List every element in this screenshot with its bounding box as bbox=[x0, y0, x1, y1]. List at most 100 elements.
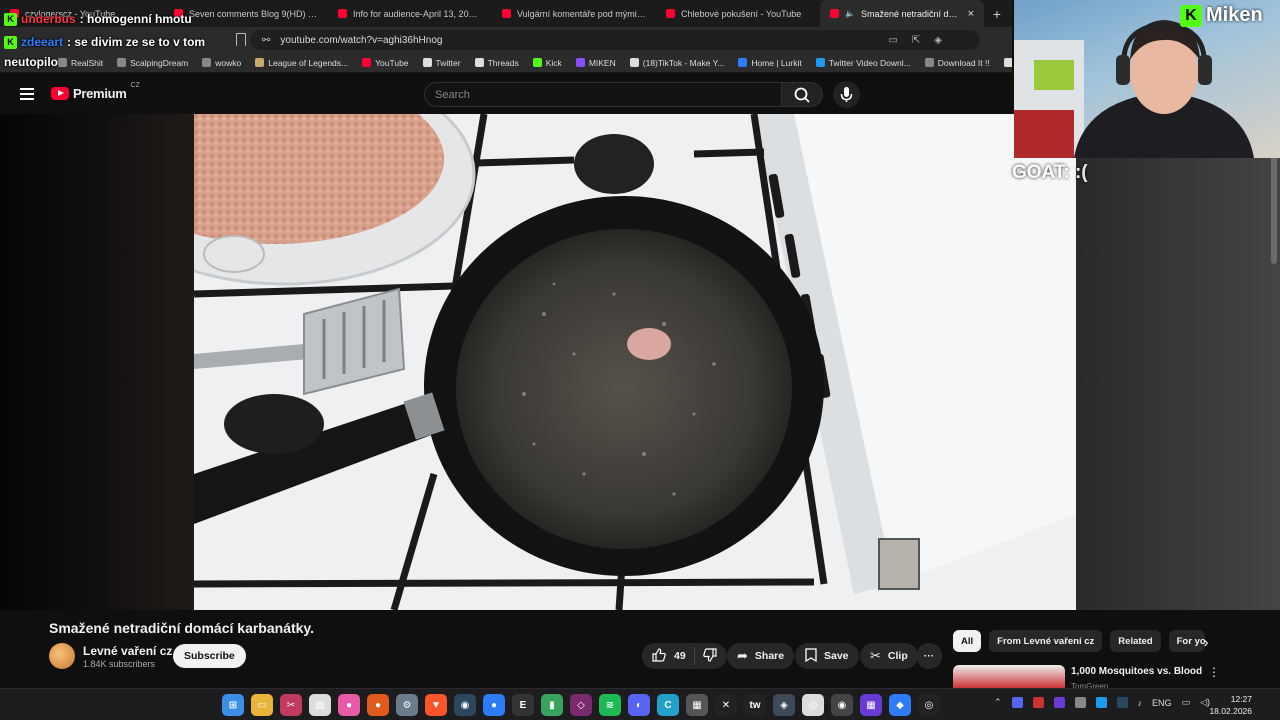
like-dislike-group: 49 bbox=[642, 643, 727, 669]
bookmark-item[interactable]: Home | Lurkit bbox=[738, 58, 802, 68]
brave-app-icon[interactable]: ▼ bbox=[425, 694, 447, 716]
browser-tab[interactable]: Chlebové pokušení - YouTube bbox=[656, 0, 820, 27]
app-purple-app-icon[interactable]: ◇ bbox=[570, 694, 592, 716]
chip-all[interactable]: All bbox=[953, 630, 982, 652]
app-w-app-icon[interactable]: ◎ bbox=[802, 694, 824, 716]
language-indicator[interactable]: ENG bbox=[1152, 698, 1172, 708]
app-rec-app-icon[interactable]: ◉ bbox=[831, 694, 853, 716]
bookmark-item[interactable]: (18)TikTok - Make Y... bbox=[629, 58, 724, 68]
tray-app-icon[interactable] bbox=[1095, 697, 1107, 708]
recommended-thumbnail[interactable] bbox=[953, 665, 1065, 688]
bookmark-item[interactable]: RealShit bbox=[58, 58, 103, 68]
channel-avatar[interactable] bbox=[49, 643, 75, 669]
epic-app-icon[interactable]: E bbox=[512, 694, 534, 716]
bookmark-item[interactable]: Twitter Video Downl... bbox=[815, 58, 911, 68]
browser-tab[interactable]: Info for audience-April 13, 2013 Blog bbox=[328, 0, 492, 27]
clip-button[interactable]: ✂ Clip bbox=[860, 643, 918, 669]
steam-tray-icon[interactable] bbox=[1116, 697, 1128, 708]
bookmark-item[interactable]: YouTube bbox=[362, 58, 409, 68]
close-tab-icon[interactable]: × bbox=[968, 8, 974, 20]
speaker-icon[interactable]: 🔈 bbox=[845, 9, 855, 18]
brave-shield-icon[interactable]: ◈ bbox=[934, 35, 942, 46]
browser-tab[interactable]: 🔈 Smažené netradiční domácí k × bbox=[820, 0, 984, 27]
like-count: 49 bbox=[674, 650, 686, 662]
snip-app-icon[interactable]: ✂ bbox=[280, 694, 302, 716]
search-button[interactable] bbox=[781, 82, 823, 107]
recommended-title[interactable]: 1,000 Mosquitoes vs. Blood bbox=[1071, 666, 1202, 677]
bookmark-item[interactable]: MIKEN bbox=[575, 58, 616, 68]
steam-app-icon[interactable]: ◉ bbox=[454, 694, 476, 716]
kebab-menu-icon[interactable]: ⋮ bbox=[1208, 665, 1220, 679]
chip-from-channel[interactable]: From Levné vaření cz bbox=[989, 630, 1103, 652]
app-blue-app-icon[interactable]: ● bbox=[483, 694, 505, 716]
discord-app-icon[interactable]: ◐ bbox=[628, 694, 650, 716]
bookmark-item[interactable]: Threads bbox=[474, 58, 519, 68]
explorer-app-icon[interactable]: ▭ bbox=[251, 694, 273, 716]
thumbs-up-icon bbox=[652, 647, 666, 662]
browser-tab[interactable]: Vulgární komentáře pod mými videi bbox=[492, 0, 656, 27]
tray-app-icon[interactable] bbox=[1053, 697, 1065, 708]
network-icon[interactable]: ▭ bbox=[1182, 697, 1191, 708]
discord-tray-icon[interactable] bbox=[1011, 697, 1023, 708]
chat-text: : homogenní hmotu bbox=[79, 12, 192, 26]
bookmark-item[interactable]: Download It !! bbox=[924, 58, 990, 68]
chat-message: K zdeeart : se divim ze se to v tom bbox=[4, 35, 205, 49]
calculator-app-icon[interactable]: ▦ bbox=[686, 694, 708, 716]
watch-metadata: Smažené netradiční domácí karbanátky. Le… bbox=[0, 610, 1280, 691]
settings-app-icon[interactable]: ⚙ bbox=[396, 694, 418, 716]
bookmark-label: wowko bbox=[215, 57, 242, 68]
like-button[interactable] bbox=[652, 647, 666, 665]
save-button[interactable]: Save bbox=[795, 643, 859, 669]
app-orange-app-icon[interactable]: ● bbox=[367, 694, 389, 716]
share-page-icon[interactable]: ⇱ bbox=[912, 35, 920, 46]
app-cyan-app-icon[interactable]: C bbox=[657, 694, 679, 716]
bookmark-favicon-icon bbox=[422, 58, 432, 67]
microphone-tray-icon[interactable]: ♪ bbox=[1138, 698, 1143, 708]
chat-message: neutopilo bbox=[4, 55, 58, 69]
clock[interactable]: 12:27 18.02.2026 bbox=[1206, 693, 1252, 717]
share-button[interactable]: ➦ Share bbox=[727, 643, 795, 669]
site-info-icon[interactable]: ⚯ bbox=[262, 35, 270, 46]
logo-word: Premium bbox=[73, 86, 127, 101]
app-pink-app-icon[interactable]: ● bbox=[338, 694, 360, 716]
tray-app-icon[interactable] bbox=[1074, 697, 1086, 708]
address-bar[interactable]: ⚯ youtube.com/watch?v=aghi36hHnog ▭ ⇱ ◈ bbox=[250, 30, 980, 50]
bookmark-item[interactable]: League of Legends... bbox=[255, 58, 348, 68]
tray-expand-icon[interactable]: ⌃ bbox=[994, 697, 1002, 708]
bookmark-item[interactable]: wowko bbox=[202, 58, 241, 68]
obs-app-icon[interactable]: ◎ bbox=[918, 694, 940, 716]
bookmark-label: Twitter bbox=[435, 57, 461, 68]
more-actions-button[interactable]: ··· bbox=[916, 643, 942, 669]
voice-search-button[interactable] bbox=[833, 81, 860, 108]
app-tw-app-icon[interactable]: tw bbox=[744, 694, 766, 716]
chevron-right-icon[interactable]: › bbox=[1196, 632, 1216, 652]
youtube-logo[interactable]: Premium CZ bbox=[51, 82, 140, 101]
new-tab-button[interactable]: + bbox=[984, 0, 1010, 27]
bookmark-item[interactable]: Twitter bbox=[422, 57, 461, 68]
dislike-button[interactable] bbox=[702, 647, 717, 665]
app-green-app-icon[interactable]: ▮ bbox=[541, 694, 563, 716]
bookmark-icon[interactable] bbox=[236, 33, 246, 46]
bookmark-item[interactable]: Kick bbox=[532, 58, 562, 68]
tab-title: Smažené netradiční domácí k bbox=[860, 8, 962, 19]
start-app-icon[interactable]: ⊞ bbox=[222, 694, 244, 716]
notepad-app-icon[interactable]: ▤ bbox=[309, 694, 331, 716]
app-blue2-app-icon[interactable]: ◆ bbox=[889, 694, 911, 716]
like-divider bbox=[693, 647, 695, 665]
channel-name[interactable]: Levné vaření cz bbox=[83, 644, 172, 658]
search-input[interactable]: Search bbox=[424, 82, 782, 107]
tray-app-icon[interactable] bbox=[1032, 697, 1044, 708]
app-grid-app-icon[interactable]: ▦ bbox=[860, 694, 882, 716]
app-x-app-icon[interactable]: ✕ bbox=[715, 694, 737, 716]
subscribe-button[interactable]: Subscribe bbox=[173, 644, 246, 668]
video-pillarbox-right bbox=[1076, 114, 1280, 610]
bookmark-item[interactable]: AI Dungeon bbox=[1003, 58, 1012, 68]
cast-icon[interactable]: ▭ bbox=[888, 35, 897, 46]
chip-related[interactable]: Related bbox=[1110, 630, 1161, 652]
app-d-app-icon[interactable]: ◈ bbox=[773, 694, 795, 716]
share-label: Share bbox=[754, 650, 785, 662]
menu-icon[interactable] bbox=[20, 88, 34, 100]
bookmark-item[interactable]: ScalpingDream bbox=[117, 58, 188, 68]
spotify-app-icon[interactable]: ≋ bbox=[599, 694, 621, 716]
video-player[interactable] bbox=[194, 114, 1076, 610]
